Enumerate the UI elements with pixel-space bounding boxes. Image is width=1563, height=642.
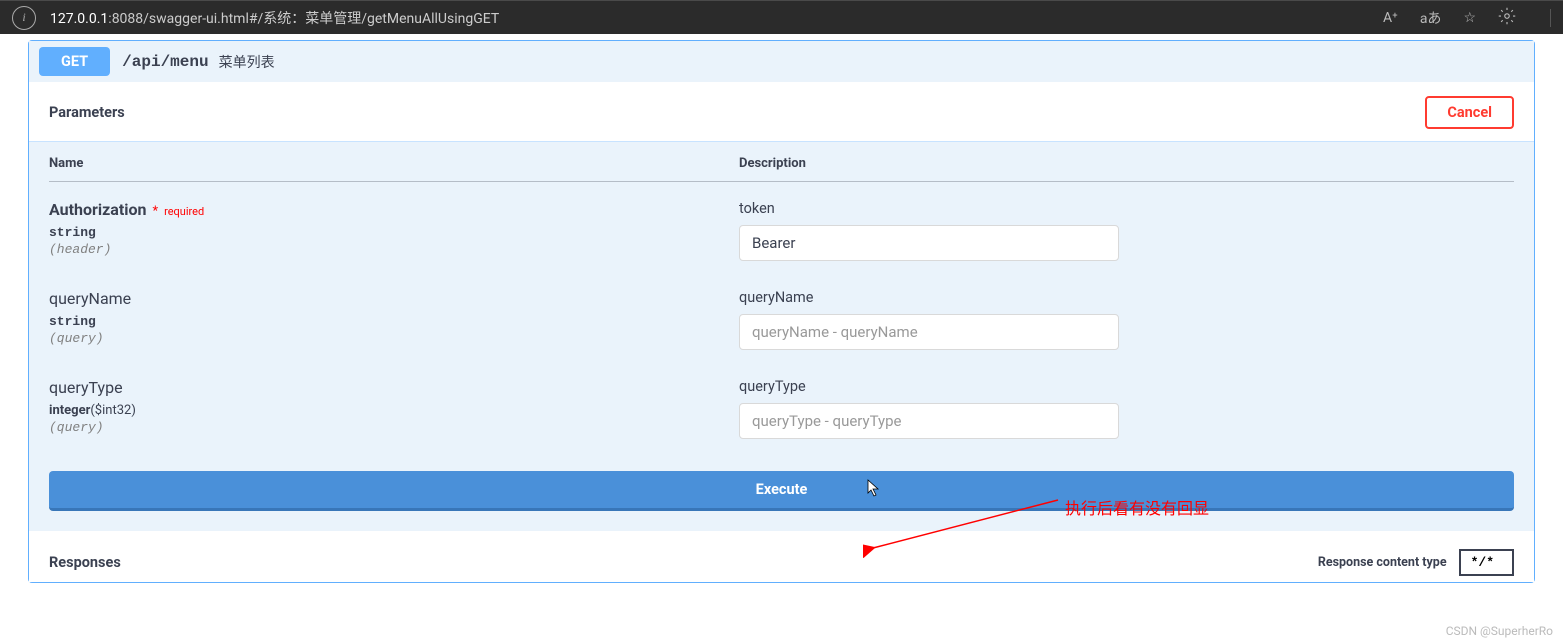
favorite-icon[interactable]: ☆ [1463, 10, 1476, 26]
watermark: CSDN @SuperherRo [1446, 624, 1553, 638]
endpoint-description: 菜单列表 [219, 52, 275, 72]
parameter-row: Authorization * required string (header)… [49, 182, 1514, 271]
querytype-input[interactable] [739, 403, 1119, 439]
info-icon[interactable]: i [12, 6, 36, 30]
authorization-input[interactable] [739, 225, 1119, 261]
parameters-body: Name Description Authorization * require… [29, 142, 1534, 531]
response-content-type-select[interactable]: */* [1459, 549, 1514, 576]
param-description: queryType [739, 378, 1514, 395]
param-location: (query) [49, 420, 739, 435]
cancel-button[interactable]: Cancel [1425, 96, 1514, 129]
param-type: string [49, 314, 739, 329]
required-label: required [164, 205, 204, 218]
parameters-section-header: Parameters Cancel [29, 82, 1534, 142]
browser-address-bar: i 127.0.0.1:8088/swagger-ui.html#/系统：菜单管… [0, 0, 1563, 34]
url-display[interactable]: 127.0.0.1:8088/swagger-ui.html#/系统：菜单管理/… [50, 8, 1383, 28]
param-name: queryName [49, 289, 131, 308]
parameter-row: queryName string (query) queryName [49, 271, 1514, 360]
http-method-badge: GET [39, 47, 110, 76]
column-header-description: Description [739, 156, 1514, 171]
param-description: queryName [739, 289, 1514, 306]
swagger-endpoint-block: GET /api/menu 菜单列表 Parameters Cancel Nam… [28, 40, 1535, 583]
param-location: (query) [49, 331, 739, 346]
response-content-type-label: Response content type [1318, 555, 1447, 570]
param-description: token [739, 200, 1514, 217]
param-name: queryType [49, 378, 123, 397]
settings-icon[interactable] [1498, 7, 1516, 29]
column-header-name: Name [49, 156, 739, 171]
queryname-input[interactable] [739, 314, 1119, 350]
translate-icon[interactable]: aあ [1420, 8, 1442, 28]
param-type: string [49, 225, 739, 240]
responses-section-header: Responses Response content type */* [29, 531, 1534, 582]
param-type: integer($int32) [49, 403, 739, 418]
responses-title: Responses [49, 554, 121, 571]
reading-view-icon[interactable]: A⁺ [1383, 10, 1398, 26]
table-header: Name Description [49, 156, 1514, 182]
param-name: Authorization [49, 200, 146, 219]
parameters-title: Parameters [49, 104, 125, 121]
param-location: (header) [49, 242, 739, 257]
execute-button[interactable]: Execute [49, 471, 1514, 511]
required-star: * [152, 204, 158, 219]
divider [1550, 9, 1551, 27]
cursor-icon [867, 479, 881, 501]
endpoint-header[interactable]: GET /api/menu 菜单列表 [29, 41, 1534, 82]
parameter-row: queryType integer($int32) (query) queryT… [49, 360, 1514, 449]
endpoint-path: /api/menu [122, 53, 208, 71]
